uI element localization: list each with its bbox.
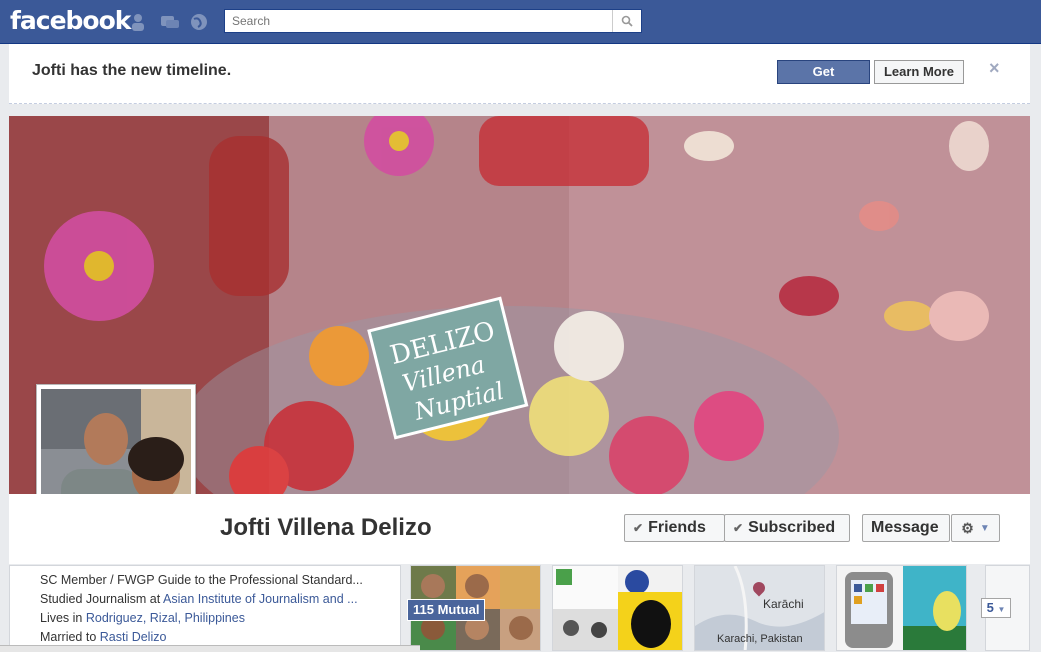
learn-more-button[interactable]: Learn More xyxy=(874,60,964,84)
search-box xyxy=(224,9,642,33)
timeline-notice: Jofti has the new timeline. Get Timeline… xyxy=(9,44,1030,104)
timeline-notice-text: Jofti has the new timeline. xyxy=(32,62,232,79)
school-link[interactable]: Asian Institute of Journalism and ... xyxy=(163,592,358,606)
more-sections-count: 5 xyxy=(986,600,994,615)
mutual-friends-badge[interactable]: 115 Mutual xyxy=(407,599,486,621)
chevron-down-icon: ▼ xyxy=(979,522,990,534)
info-relationship: Married to Rasti Delizo xyxy=(40,630,395,644)
message-label: Message xyxy=(871,519,939,536)
friends-label: Friends xyxy=(648,519,706,536)
info-work: SC Member / FWGP Guide to the Profession… xyxy=(40,573,395,587)
top-navigation-bar: facebook xyxy=(0,0,1041,44)
profile-name[interactable]: Jofti Villena Delizo xyxy=(220,514,432,542)
map-city-name: Karāchi xyxy=(763,597,804,611)
profile-header-bar: Jofti Villena Delizo ✔ Friends ✔ Subscri… xyxy=(9,494,1030,564)
location-link[interactable]: Rodriguez, Rizal, Philippines xyxy=(86,611,245,625)
about-info-card: SC Member / FWGP Guide to the Profession… xyxy=(9,565,401,651)
apps-thumbnail xyxy=(837,566,966,650)
subscribed-label: Subscribed xyxy=(748,519,836,536)
search-icon xyxy=(621,15,633,27)
map-location-label: Karachi, Pakistan xyxy=(717,633,803,645)
info-education: Studied Journalism at Asian Institute of… xyxy=(40,592,395,606)
check-icon: ✔ xyxy=(733,521,744,535)
check-icon: ✔ xyxy=(633,521,644,535)
facebook-logo[interactable]: facebook xyxy=(10,6,131,35)
search-input[interactable] xyxy=(225,10,613,32)
gear-icon: ⚙ xyxy=(961,519,974,536)
search-button[interactable] xyxy=(612,10,641,32)
chevron-down-icon: ▼ xyxy=(997,605,1006,614)
friend-requests-icon[interactable] xyxy=(130,12,150,32)
likes-thumbnail xyxy=(553,566,682,650)
friends-button[interactable]: ✔ Friends xyxy=(624,514,725,542)
notifications-globe-icon[interactable] xyxy=(189,12,209,32)
message-button[interactable]: Message xyxy=(862,514,950,542)
settings-dropdown-button[interactable]: ⚙ ▼ xyxy=(951,514,1000,542)
apps-tile[interactable] xyxy=(836,565,967,651)
spouse-link[interactable]: Rasti Delizo xyxy=(100,630,167,644)
subscribed-button[interactable]: ✔ Subscribed xyxy=(724,514,850,542)
more-sections-dropdown[interactable]: 5 ▼ xyxy=(981,598,1011,618)
likes-tile[interactable] xyxy=(552,565,683,651)
get-timeline-button[interactable]: Get Timeline xyxy=(777,60,870,101)
close-icon[interactable]: × xyxy=(989,58,1000,79)
messages-icon[interactable] xyxy=(160,12,180,32)
info-location: Lives in Rodriguez, Rizal, Philippines xyxy=(40,611,395,625)
